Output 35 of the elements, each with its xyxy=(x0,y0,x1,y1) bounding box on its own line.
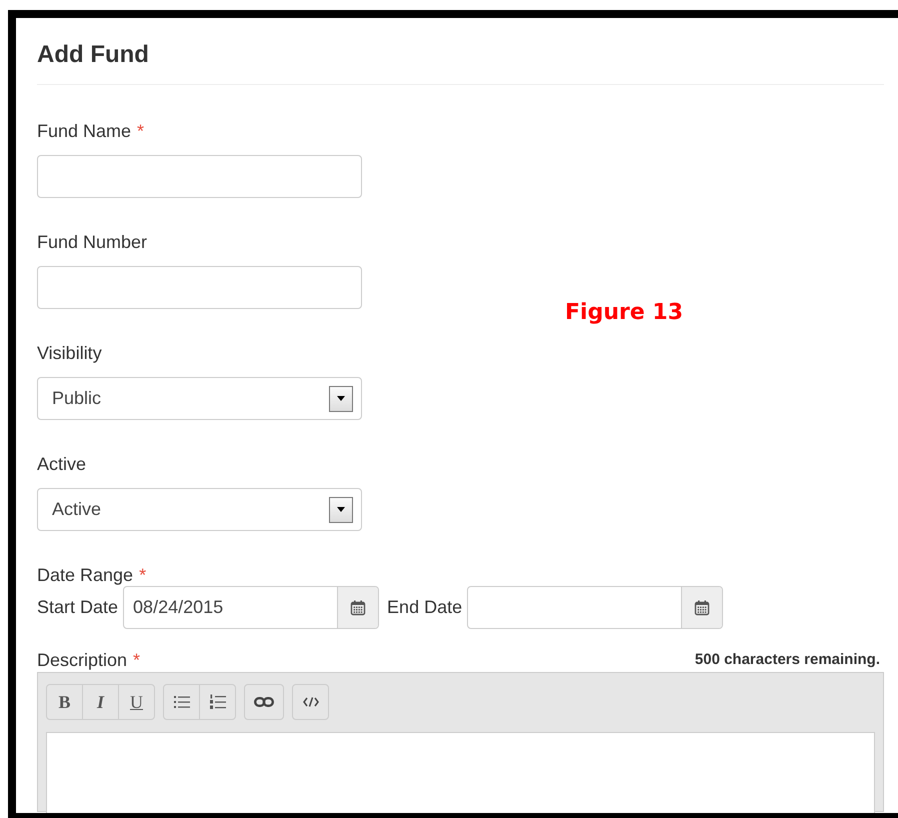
field-label: Visibility xyxy=(37,342,102,365)
code-button[interactable] xyxy=(292,684,329,720)
date-field[interactable]: 08/24/2015 xyxy=(123,586,380,629)
bulleted-list-icon xyxy=(174,695,190,709)
calendar-button[interactable] xyxy=(681,587,722,628)
field-label: Fund Number xyxy=(37,231,148,254)
field-label: Date Range xyxy=(37,564,134,587)
dropdown[interactable]: Active xyxy=(37,488,362,531)
bulleted-list-button[interactable] xyxy=(163,684,200,720)
numbered-list-button[interactable] xyxy=(199,684,236,720)
field-label: Fund Name xyxy=(37,120,132,143)
date-field[interactable] xyxy=(467,586,724,629)
numbered-list-icon xyxy=(210,694,226,710)
figure-caption: Figure 13 xyxy=(565,300,684,325)
text-field[interactable] xyxy=(37,155,362,198)
required-asterisk: * xyxy=(139,564,146,587)
calendar-button[interactable] xyxy=(337,587,378,628)
field-label: Active xyxy=(37,453,86,476)
field-label: Description xyxy=(37,649,128,672)
link-button[interactable] xyxy=(244,684,284,720)
code-icon xyxy=(302,697,318,707)
calendar-icon xyxy=(694,600,710,616)
underline-button[interactable]: U xyxy=(118,684,155,720)
end-date-label: End Date xyxy=(387,597,462,618)
text-field[interactable] xyxy=(37,266,362,309)
dropdown[interactable]: Public xyxy=(37,377,362,420)
start-date-label: Start Date xyxy=(37,597,118,618)
link-icon xyxy=(254,697,274,707)
italic-button[interactable]: I xyxy=(82,684,119,720)
page-title: Add Fund xyxy=(37,40,150,70)
calendar-icon xyxy=(350,600,366,616)
required-asterisk: * xyxy=(133,649,140,672)
bold-button[interactable]: B xyxy=(46,684,83,720)
character-counter: 500 characters remaining. xyxy=(694,650,880,670)
required-asterisk: * xyxy=(137,120,144,143)
